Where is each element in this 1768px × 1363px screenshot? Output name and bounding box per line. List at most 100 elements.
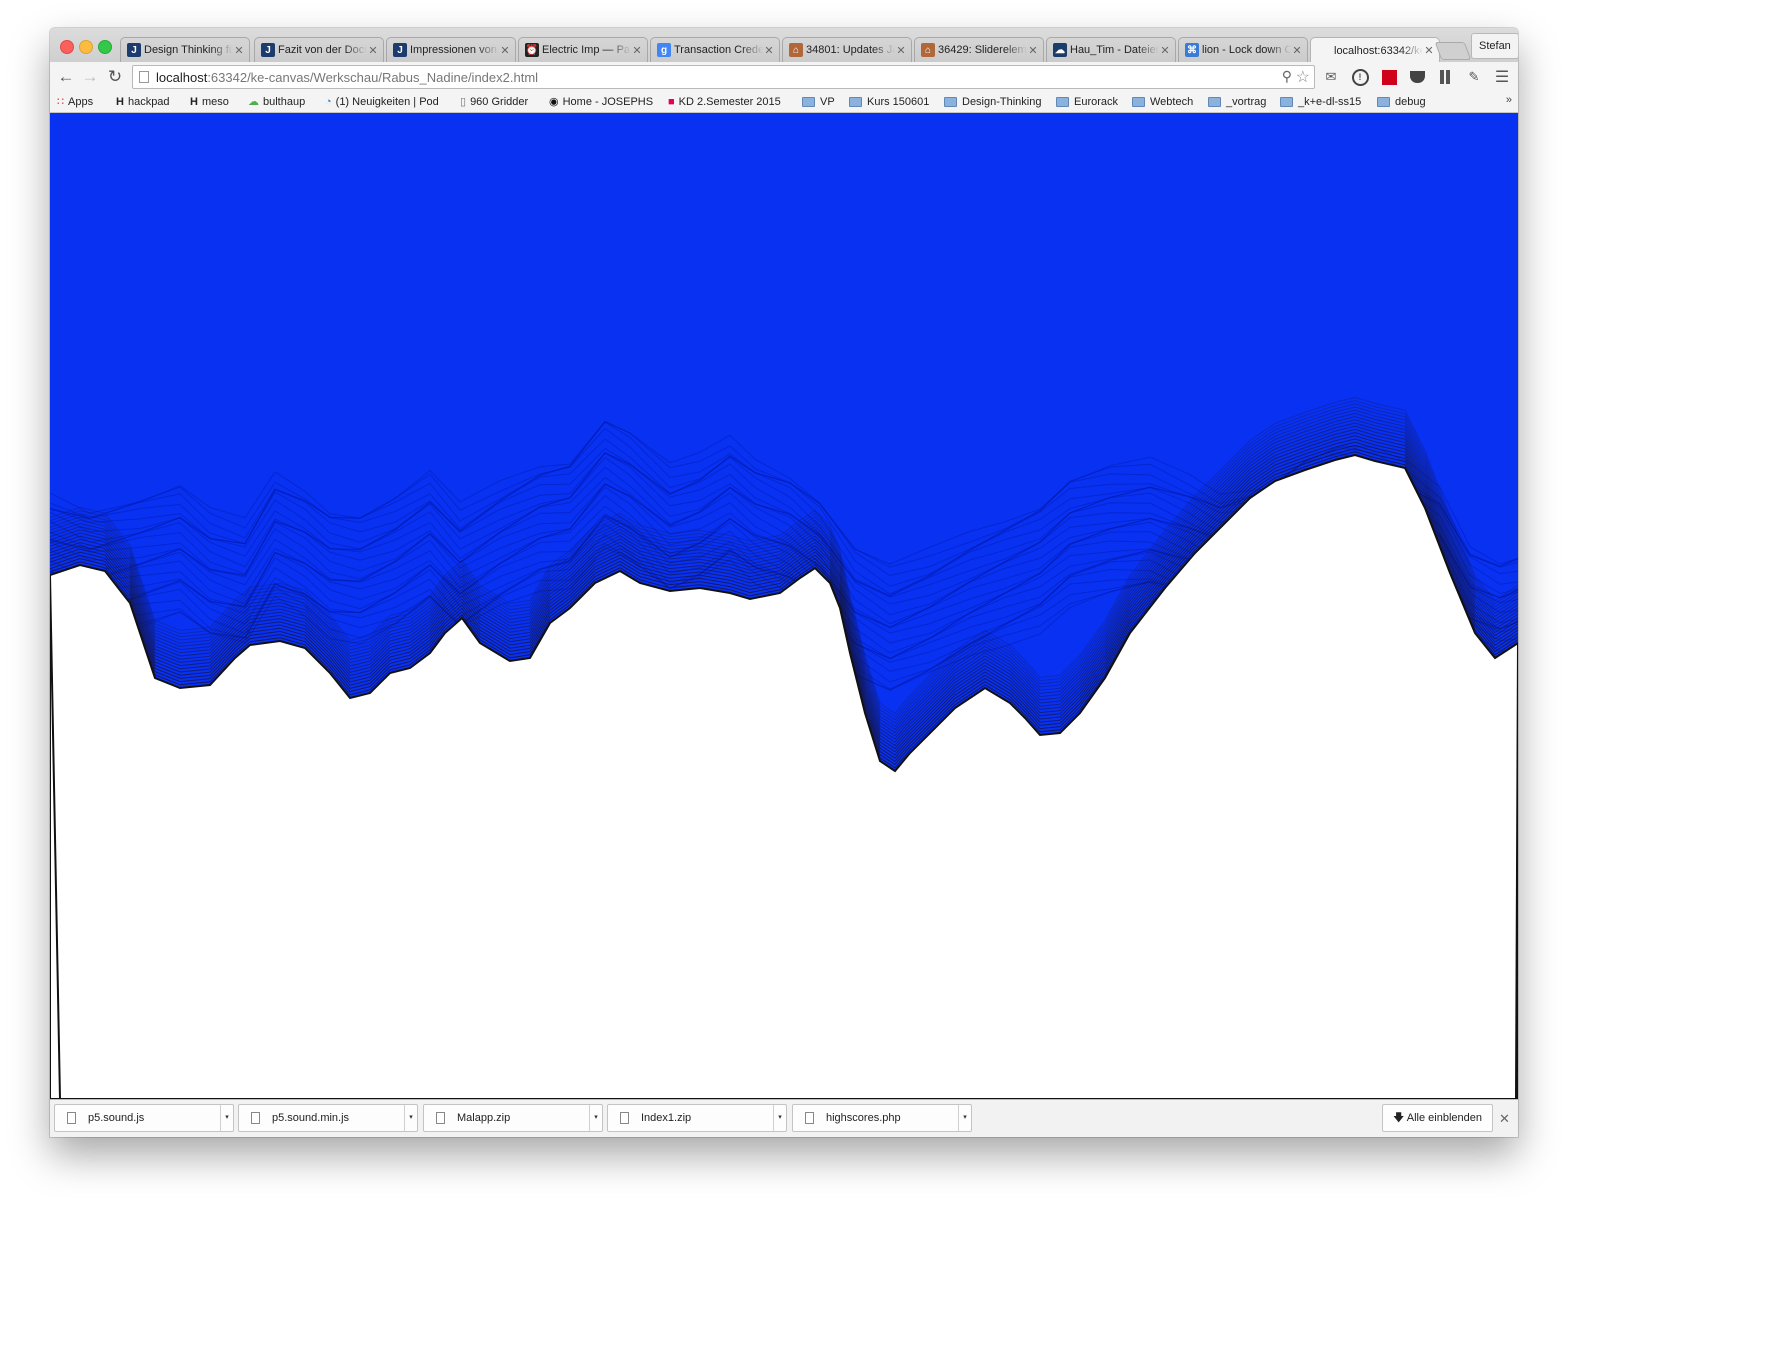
bookmark-label: 960 Gridder [470, 96, 529, 108]
download-item[interactable]: highscores.php ▾ [792, 1104, 972, 1132]
bookmarks-bar: ∷ Apps Hhackpad Hmeso ☁ bulthaup ◔ (1) Neuigkei… [50, 92, 1518, 113]
bookmark-bulthaup[interactable]: ☁ bulthaup [248, 94, 305, 110]
window-close-button[interactable] [60, 40, 74, 54]
tab-2[interactable]: J Fazit von der Docu ✕ [254, 37, 384, 62]
tab-4[interactable]: ⏰ Electric Imp — Pa ✕ [518, 37, 648, 62]
tab-9[interactable]: ⌘ lion - Lock down C ✕ [1178, 37, 1308, 62]
tab-close-icon[interactable]: ✕ [1423, 44, 1435, 57]
onepassword-icon[interactable]: ! [1351, 68, 1369, 86]
profile-button[interactable]: Stefan [1471, 33, 1518, 59]
download-menu-arrow-icon[interactable]: ▾ [773, 1105, 786, 1131]
bookmark-star-icon[interactable]: ☆ [1296, 67, 1310, 87]
address-bar[interactable]: localhost:63342/ke-canvas/Werkschau/Rabu… [132, 65, 1315, 89]
bulthaup-icon: ☁ [248, 96, 259, 108]
color-picker-icon[interactable]: ✎ [1465, 68, 1483, 86]
bookmark-home-josephs[interactable]: ◉ Home - JOSEPHS [549, 94, 653, 110]
tab-close-icon[interactable]: ✕ [763, 44, 775, 57]
tab-close-icon[interactable]: ✕ [1291, 44, 1303, 57]
bookmark-label: bulthaup [263, 96, 306, 108]
download-menu-arrow-icon[interactable]: ▾ [220, 1105, 233, 1131]
folder-icon [802, 97, 815, 107]
download-filename: highscores.php [826, 1112, 901, 1124]
tab-close-icon[interactable]: ✕ [367, 44, 379, 57]
tab-close-icon[interactable]: ✕ [1027, 44, 1039, 57]
bookmark-960-gridder[interactable]: ▯ 960 Gridder [460, 94, 528, 110]
tab-close-icon[interactable]: ✕ [499, 44, 511, 57]
folder-icon [1132, 97, 1145, 107]
download-item[interactable]: Malapp.zip ▾ [423, 1104, 603, 1132]
download-menu-arrow-icon[interactable]: ▾ [958, 1105, 971, 1131]
tab-close-icon[interactable]: ✕ [233, 44, 245, 57]
apps-grid-icon: ∷ [57, 96, 64, 108]
folder-icon [1377, 97, 1390, 107]
bookmark-label: Apps [68, 96, 94, 108]
tab-label: Electric Imp — Pa [542, 44, 631, 56]
file-icon [805, 1112, 814, 1124]
bookmark-label: debug [1395, 96, 1426, 108]
instapaper-icon[interactable] [1436, 68, 1454, 86]
bookmark-label: Kurs 150601 [867, 96, 930, 108]
pocket-icon[interactable] [1408, 68, 1426, 86]
browser-window: J Design Thinking fü ✕ J Fazit von der Docu ✕… [50, 28, 1518, 1137]
bookmark-1-neuigkeiten-pod[interactable]: ◔ (1) Neuigkeiten | Pod [325, 94, 439, 110]
tab-6[interactable]: ⌂ 34801: Updates Ja ✕ [782, 37, 912, 62]
window-minimize-button[interactable] [79, 40, 93, 54]
bookmark-apps[interactable]: ∷ Apps [57, 94, 93, 110]
tab-7[interactable]: ⌂ 36429: Sliderelem ✕ [914, 37, 1044, 62]
new-tab-button[interactable] [1434, 42, 1472, 60]
tab-label: lion - Lock down C [1202, 44, 1291, 56]
tab-10[interactable]: localhost:63342/ke ✕ [1310, 37, 1440, 63]
bookmark-k-e-dl-ss15[interactable]: _k+e-dl-ss15 [1280, 94, 1361, 110]
tab-label: 36429: Sliderelem [938, 44, 1027, 56]
podio-icon: ◔ [325, 96, 332, 108]
bookmark-hackpad[interactable]: Hhackpad [116, 94, 170, 110]
menu-icon[interactable]: ☰ [1493, 68, 1511, 86]
file-icon [67, 1112, 76, 1124]
bookmark-vp[interactable]: VP [802, 94, 835, 110]
download-filename: Malapp.zip [457, 1112, 511, 1124]
terrain-visualization [50, 396, 1518, 1099]
bookmark-eurorack[interactable]: Eurorack [1056, 94, 1118, 110]
bookmark-vortrag[interactable]: _vortrag [1208, 94, 1266, 110]
address-url[interactable]: localhost:63342/ke-canvas/Werkschau/Rabu… [156, 70, 538, 85]
download-item[interactable]: Index1.zip ▾ [607, 1104, 787, 1132]
bookmark-kurs-150601[interactable]: Kurs 150601 [849, 94, 929, 110]
bookmark-debug[interactable]: debug [1377, 94, 1426, 110]
folder-icon [1056, 97, 1069, 107]
download-menu-arrow-icon[interactable]: ▾ [404, 1105, 417, 1131]
download-filename: p5.sound.js [88, 1112, 145, 1124]
download-filename: Index1.zip [641, 1112, 692, 1124]
tab-3[interactable]: J Impressionen von ✕ [386, 37, 516, 62]
bookmark-kd-2-semester-2015[interactable]: ■ KD 2.Semester 2015 [668, 94, 781, 110]
download-item[interactable]: p5.sound.js ▾ [54, 1104, 234, 1132]
back-icon[interactable]: ← [56, 67, 76, 87]
reload-icon[interactable]: ↻ [105, 67, 125, 87]
evernote-icon[interactable]: ✉ [1322, 68, 1340, 86]
lastpass-icon[interactable] [1380, 68, 1398, 86]
tab-close-icon[interactable]: ✕ [631, 44, 643, 57]
tab-close-icon[interactable]: ✕ [1159, 44, 1171, 57]
tab-5[interactable]: g Transaction Crede ✕ [650, 37, 780, 62]
bookmarks-more-button[interactable]: » [1506, 94, 1512, 106]
tab-label: Transaction Crede [674, 44, 763, 56]
bookmark-meso[interactable]: Hmeso [190, 94, 229, 110]
download-menu-arrow-icon[interactable]: ▾ [589, 1105, 602, 1131]
close-downloads-icon[interactable]: ✕ [1499, 1111, 1510, 1127]
bookmark-label: Webtech [1150, 96, 1194, 108]
bookmark-label: _k+e-dl-ss15 [1298, 96, 1362, 108]
tab-8[interactable]: ☁ Hau_Tim - Dateien ✕ [1046, 37, 1176, 62]
tab-1[interactable]: J Design Thinking fü ✕ [120, 37, 250, 62]
bookmark-design-thinking[interactable]: Design-Thinking [944, 94, 1041, 110]
bookmark-webtech[interactable]: Webtech [1132, 94, 1193, 110]
bookmark-label: (1) Neuigkeiten | Pod [335, 96, 439, 108]
download-item[interactable]: p5.sound.min.js ▾ [238, 1104, 418, 1132]
show-all-downloads-button[interactable]: 🡇 Alle einblenden [1382, 1104, 1493, 1132]
zoom-icon[interactable]: ⚲ [1282, 68, 1292, 85]
download-arrow-icon: 🡇 [1393, 1112, 1405, 1124]
forward-icon[interactable]: → [80, 67, 100, 87]
hackpad-icon: H [116, 96, 124, 108]
window-maximize-button[interactable] [98, 40, 112, 54]
tab-label: Fazit von der Docu [278, 44, 367, 56]
tab-close-icon[interactable]: ✕ [895, 44, 907, 57]
p5-canvas[interactable] [50, 113, 1518, 1099]
